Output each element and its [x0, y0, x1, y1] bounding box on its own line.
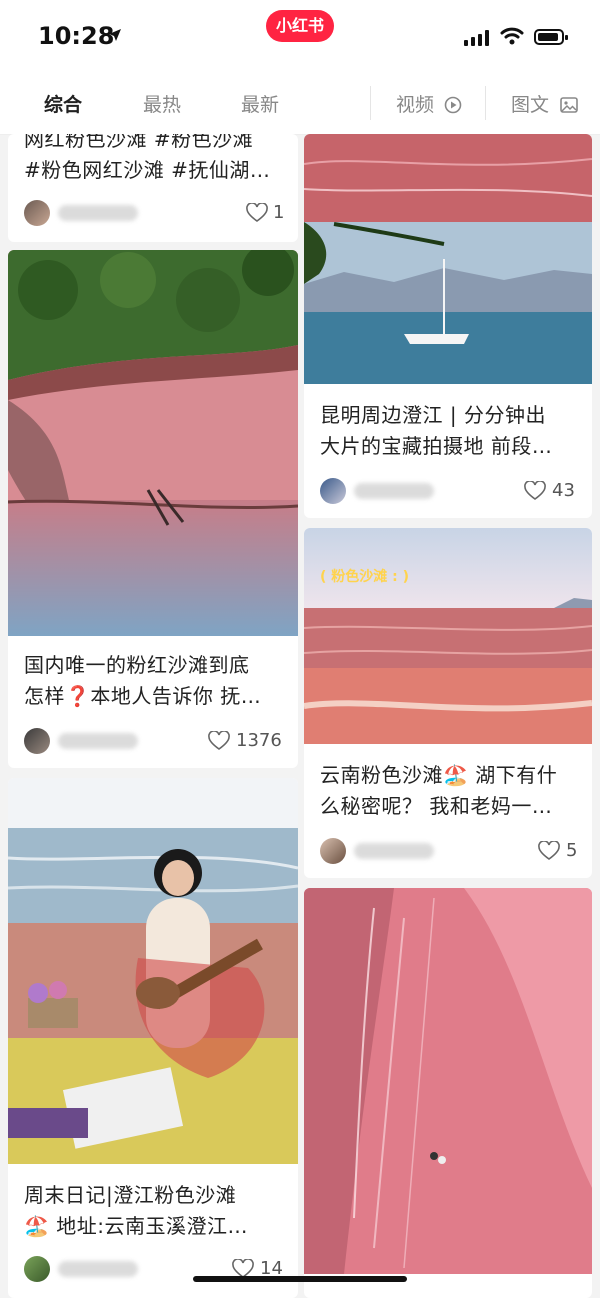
- note-card[interactable]: 网红粉色沙滩 #粉色沙滩 #粉色网红沙滩 #抚仙湖… 1: [8, 134, 298, 242]
- author-name-blurred[interactable]: [354, 483, 434, 499]
- note-title-line: 国内唯一的粉红沙滩到底: [24, 653, 250, 677]
- note-card[interactable]: [304, 888, 592, 1298]
- note-cover-image: [304, 528, 592, 744]
- heart-icon[interactable]: [208, 731, 230, 751]
- note-cover-image: [8, 778, 298, 1164]
- note-card[interactable]: ( 粉色沙滩 : ) 云南粉色沙滩🏖️ 湖下有什 么秘密呢？ 我和老妈一… 5: [304, 528, 592, 878]
- play-circle-icon[interactable]: [444, 96, 462, 114]
- note-title-line: 网红粉色沙滩 #粉色沙滩: [24, 134, 254, 151]
- status-bar: 10:28 小红书: [0, 0, 600, 72]
- like-count: 1376: [236, 730, 282, 751]
- wifi-icon: [500, 27, 524, 45]
- note-card[interactable]: 昆明周边澄江 | 分分钟出 大片的宝藏拍摄地 前段… 43: [304, 134, 592, 518]
- filter-tab-bar: 综合 最热 最新 视频 图文: [0, 72, 600, 135]
- note-cover-image: [8, 250, 298, 636]
- avatar[interactable]: [24, 728, 50, 754]
- note-meta: 1376: [24, 728, 288, 758]
- image-icon[interactable]: [560, 96, 578, 114]
- note-title: 云南粉色沙滩🏖️ 湖下有什 么秘密呢？ 我和老妈一…: [320, 760, 557, 822]
- author-name-blurred[interactable]: [58, 733, 138, 749]
- note-meta: 1: [24, 200, 288, 230]
- note-title: 周末日记|澄江粉色沙滩 🏖️ 地址:云南玉溪澄江…: [24, 1180, 248, 1242]
- location-arrow-icon: [109, 29, 121, 41]
- avatar[interactable]: [24, 200, 50, 226]
- note-title-line: 云南粉色沙滩🏖️ 湖下有什: [320, 763, 558, 787]
- like-count: 5: [566, 840, 578, 861]
- tab-hot[interactable]: 最热: [143, 90, 181, 117]
- note-card[interactable]: 周末日记|澄江粉色沙滩 🏖️ 地址:云南玉溪澄江… 14: [8, 778, 298, 1298]
- like-count: 1: [273, 202, 285, 223]
- tab-divider: [370, 86, 371, 120]
- avatar[interactable]: [320, 838, 346, 864]
- signal-icon: [464, 30, 489, 46]
- battery-icon: [534, 29, 568, 45]
- tab-all[interactable]: 综合: [44, 90, 82, 117]
- note-title-line: 🏖️ 地址:云南玉溪澄江…: [24, 1214, 248, 1238]
- note-title: 网红粉色沙滩 #粉色沙滩 #粉色网红沙滩 #抚仙湖…: [24, 134, 270, 186]
- note-title-line: 周末日记|澄江粉色沙滩: [24, 1183, 237, 1207]
- author-name-blurred[interactable]: [354, 843, 434, 859]
- tab-divider: [485, 86, 486, 120]
- app-logo-badge: 小红书: [266, 10, 334, 42]
- note-title: 昆明周边澄江 | 分分钟出 大片的宝藏拍摄地 前段…: [320, 400, 552, 462]
- note-cover-image: [304, 134, 592, 384]
- heart-icon[interactable]: [246, 203, 268, 223]
- note-title-line: #粉色网红沙滩 #抚仙湖…: [24, 158, 271, 182]
- avatar[interactable]: [24, 1256, 50, 1282]
- avatar[interactable]: [320, 478, 346, 504]
- tab-new[interactable]: 最新: [241, 90, 279, 117]
- note-meta: 43: [320, 478, 582, 508]
- status-time: 10:28: [38, 22, 115, 50]
- cover-overlay-text: ( 粉色沙滩 : ): [320, 569, 410, 585]
- author-name-blurred[interactable]: [58, 205, 138, 221]
- note-card[interactable]: 国内唯一的粉红沙滩到底 怎样❓本地人告诉你 抚… 1376: [8, 250, 298, 768]
- note-title-line: 昆明周边澄江 | 分分钟出: [320, 403, 546, 427]
- tab-image-text[interactable]: 图文: [511, 90, 549, 117]
- tab-video[interactable]: 视频: [396, 90, 434, 117]
- note-title-line: 怎样❓本地人告诉你 抚…: [24, 684, 262, 708]
- heart-icon[interactable]: [538, 841, 560, 861]
- note-meta: 5: [320, 838, 582, 868]
- note-cover-image: [304, 888, 592, 1274]
- heart-icon[interactable]: [524, 481, 546, 501]
- note-title-line: 大片的宝藏拍摄地 前段…: [320, 434, 553, 458]
- author-name-blurred[interactable]: [58, 1261, 138, 1277]
- note-title: 国内唯一的粉红沙滩到底 怎样❓本地人告诉你 抚…: [24, 650, 261, 712]
- like-count: 43: [552, 480, 575, 501]
- home-indicator[interactable]: [193, 1276, 407, 1282]
- note-title-line: 么秘密呢？ 我和老妈一…: [320, 794, 553, 818]
